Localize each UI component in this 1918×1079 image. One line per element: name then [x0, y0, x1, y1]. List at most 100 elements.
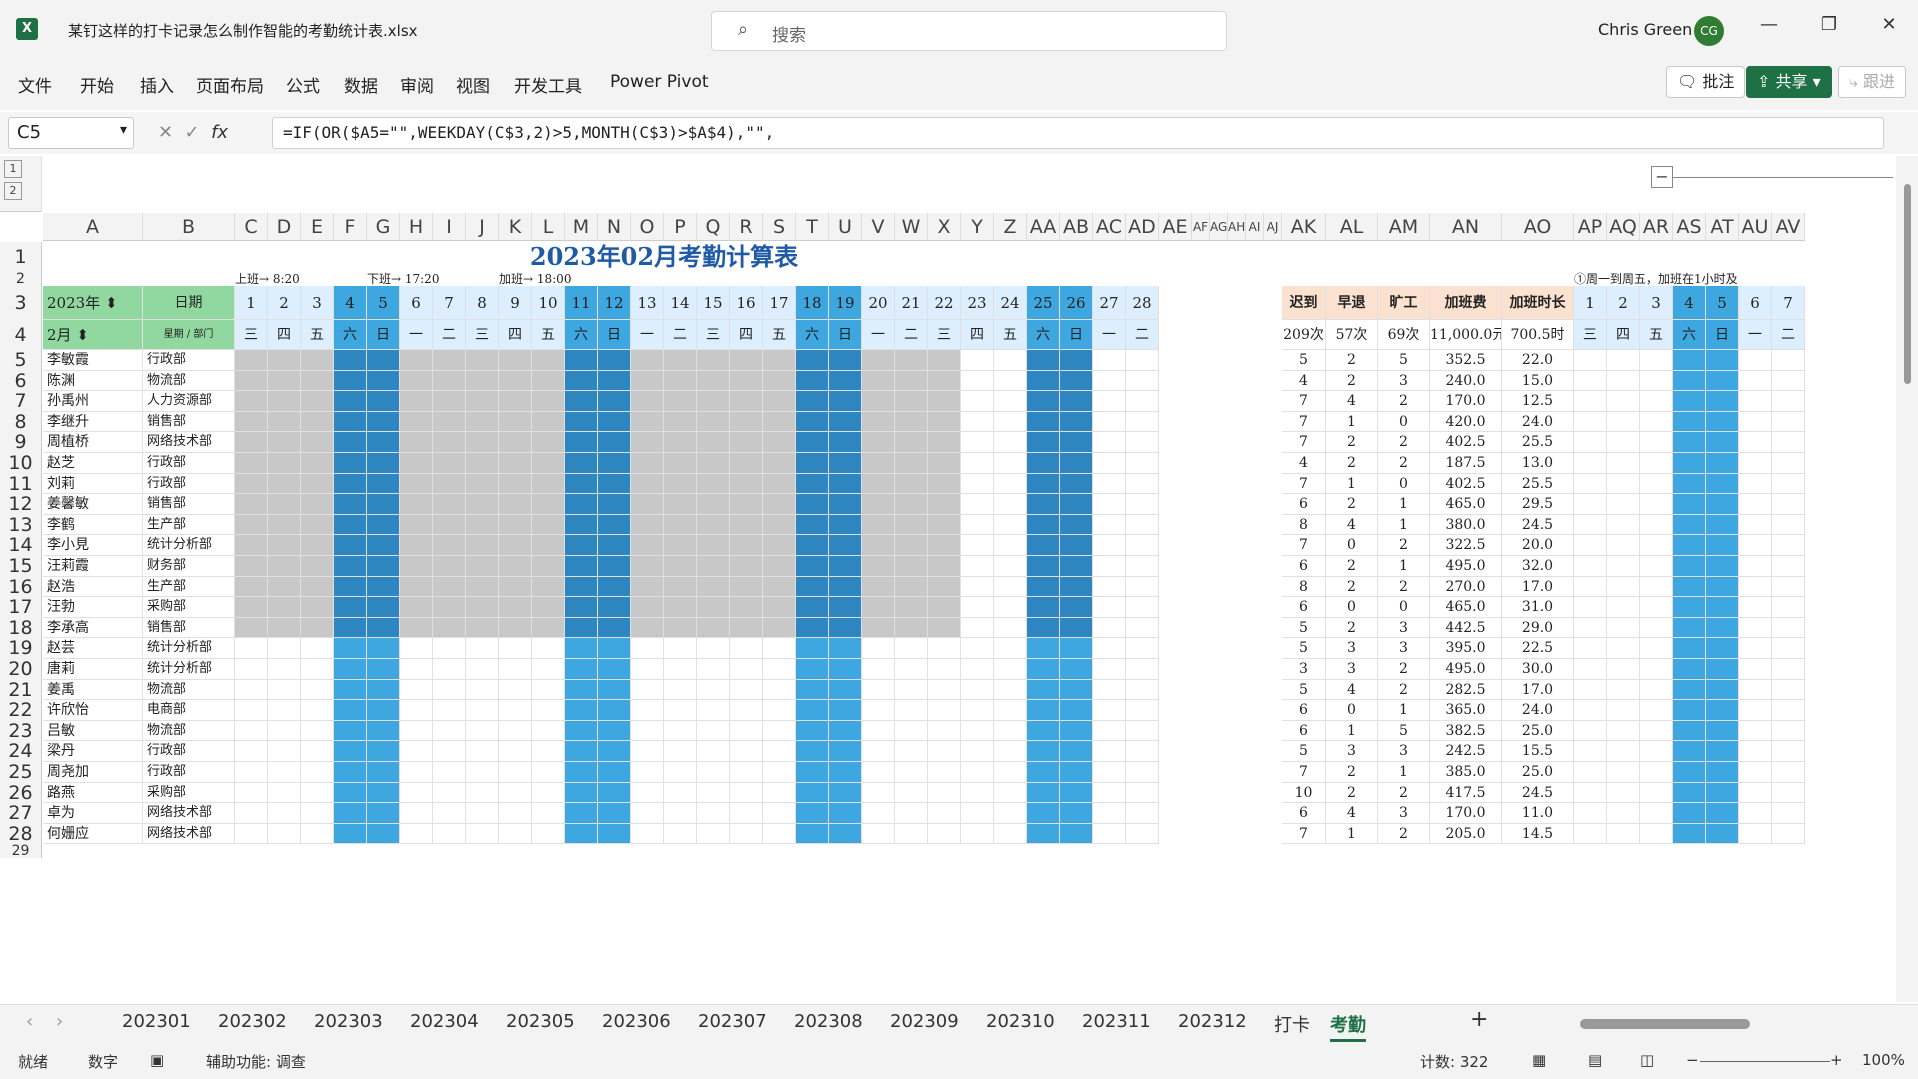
summary-header[interactable]: 迟到: [1282, 286, 1326, 320]
employee-name[interactable]: 姜馨敏: [43, 494, 143, 515]
attendance-cell[interactable]: [334, 762, 367, 783]
attendance-cell[interactable]: [1126, 741, 1159, 762]
column-header[interactable]: V: [862, 213, 895, 241]
employee-name[interactable]: 李鹤: [43, 514, 143, 536]
attendance-cell[interactable]: [532, 576, 565, 598]
column-header[interactable]: AA: [1027, 213, 1060, 241]
detail-cell[interactable]: [1706, 679, 1739, 701]
detail-cell[interactable]: [1706, 350, 1739, 371]
attendance-cell[interactable]: [532, 556, 565, 577]
attendance-cell[interactable]: [367, 597, 400, 618]
summary-value[interactable]: 7: [1282, 411, 1326, 433]
summary-value[interactable]: 4: [1326, 679, 1378, 701]
detail-cell[interactable]: [1739, 453, 1772, 474]
share-button[interactable]: ⇪ 共享 ▾: [1746, 66, 1832, 98]
attendance-cell[interactable]: [994, 803, 1027, 824]
detail-cell[interactable]: [1673, 762, 1706, 783]
attendance-cell[interactable]: [730, 514, 763, 536]
close-icon[interactable]: ✕: [1874, 14, 1904, 35]
detail-weekday-header[interactable]: 二: [1772, 320, 1805, 350]
department[interactable]: 物流部: [143, 370, 235, 392]
attendance-cell[interactable]: [796, 782, 829, 804]
column-header[interactable]: Z: [994, 213, 1027, 241]
detail-cell[interactable]: [1739, 494, 1772, 515]
attendance-cell[interactable]: [829, 514, 862, 536]
column-header[interactable]: AP: [1574, 213, 1607, 241]
attendance-cell[interactable]: [499, 803, 532, 824]
detail-cell[interactable]: [1772, 597, 1805, 618]
attendance-cell[interactable]: [862, 597, 895, 618]
column-header[interactable]: AF: [1192, 213, 1210, 241]
detail-cell[interactable]: [1772, 453, 1805, 474]
detail-cell[interactable]: [1607, 741, 1640, 762]
summary-total[interactable]: 57次: [1326, 320, 1378, 350]
attendance-cell[interactable]: [1093, 514, 1126, 536]
summary-value[interactable]: 2: [1378, 659, 1430, 680]
attendance-cell[interactable]: [1027, 720, 1060, 742]
detail-cell[interactable]: [1673, 453, 1706, 474]
attendance-cell[interactable]: [631, 720, 664, 742]
detail-weekday-header[interactable]: 三: [1574, 320, 1607, 350]
row-number[interactable]: 13: [0, 515, 42, 536]
employee-name[interactable]: 何姗应: [43, 823, 143, 845]
day-header[interactable]: 6: [400, 286, 433, 320]
attendance-cell[interactable]: [664, 803, 697, 824]
attendance-cell[interactable]: [301, 350, 334, 371]
attendance-cell[interactable]: [367, 535, 400, 556]
summary-value[interactable]: 2: [1378, 823, 1430, 845]
attendance-cell[interactable]: [433, 741, 466, 762]
weekday-header[interactable]: 五: [301, 320, 334, 350]
attendance-cell[interactable]: [367, 453, 400, 474]
weekday-header[interactable]: 三: [928, 320, 961, 350]
attendance-cell[interactable]: [1093, 597, 1126, 618]
column-header[interactable]: A: [43, 213, 143, 241]
attendance-cell[interactable]: [433, 679, 466, 701]
employee-name[interactable]: 孙禹州: [43, 391, 143, 412]
attendance-cell[interactable]: [1126, 762, 1159, 783]
attendance-cell[interactable]: [829, 741, 862, 762]
attendance-cell[interactable]: [499, 453, 532, 474]
attendance-cell[interactable]: [565, 453, 598, 474]
column-header[interactable]: AV: [1772, 213, 1805, 241]
attendance-cell[interactable]: [895, 597, 928, 618]
column-header[interactable]: AR: [1640, 213, 1673, 241]
attendance-cell[interactable]: [433, 411, 466, 433]
attendance-cell[interactable]: [1093, 494, 1126, 515]
attendance-cell[interactable]: [862, 473, 895, 495]
day-header[interactable]: 8: [466, 286, 499, 320]
attendance-cell[interactable]: [994, 617, 1027, 639]
day-header[interactable]: 5: [367, 286, 400, 320]
employee-name[interactable]: 汪莉霞: [43, 556, 143, 577]
summary-value[interactable]: 24.0: [1502, 411, 1574, 433]
attendance-cell[interactable]: [400, 391, 433, 412]
attendance-cell[interactable]: [499, 700, 532, 721]
detail-cell[interactable]: [1607, 823, 1640, 845]
summary-value[interactable]: 1: [1378, 514, 1430, 536]
attendance-cell[interactable]: [466, 494, 499, 515]
attendance-cell[interactable]: [268, 679, 301, 701]
attendance-cell[interactable]: [334, 576, 367, 598]
sheet-tab[interactable]: 202307: [698, 1011, 767, 1032]
attendance-cell[interactable]: [994, 762, 1027, 783]
normal-view-icon[interactable]: ▦: [1532, 1051, 1546, 1069]
detail-cell[interactable]: [1772, 432, 1805, 453]
attendance-cell[interactable]: [598, 576, 631, 598]
attendance-cell[interactable]: [1126, 432, 1159, 453]
attendance-cell[interactable]: [961, 391, 994, 412]
attendance-cell[interactable]: [961, 617, 994, 639]
summary-value[interactable]: 2: [1326, 370, 1378, 392]
detail-cell[interactable]: [1673, 679, 1706, 701]
attendance-cell[interactable]: [895, 803, 928, 824]
attendance-cell[interactable]: [598, 494, 631, 515]
attendance-cell[interactable]: [598, 411, 631, 433]
attendance-cell[interactable]: [268, 411, 301, 433]
summary-value[interactable]: 1: [1326, 473, 1378, 495]
summary-value[interactable]: 2: [1378, 432, 1430, 453]
attendance-cell[interactable]: [928, 494, 961, 515]
department[interactable]: 生产部: [143, 514, 235, 536]
detail-cell[interactable]: [1640, 823, 1673, 845]
attendance-cell[interactable]: [895, 617, 928, 639]
attendance-cell[interactable]: [895, 453, 928, 474]
attendance-cell[interactable]: [1060, 535, 1093, 556]
detail-cell[interactable]: [1607, 617, 1640, 639]
